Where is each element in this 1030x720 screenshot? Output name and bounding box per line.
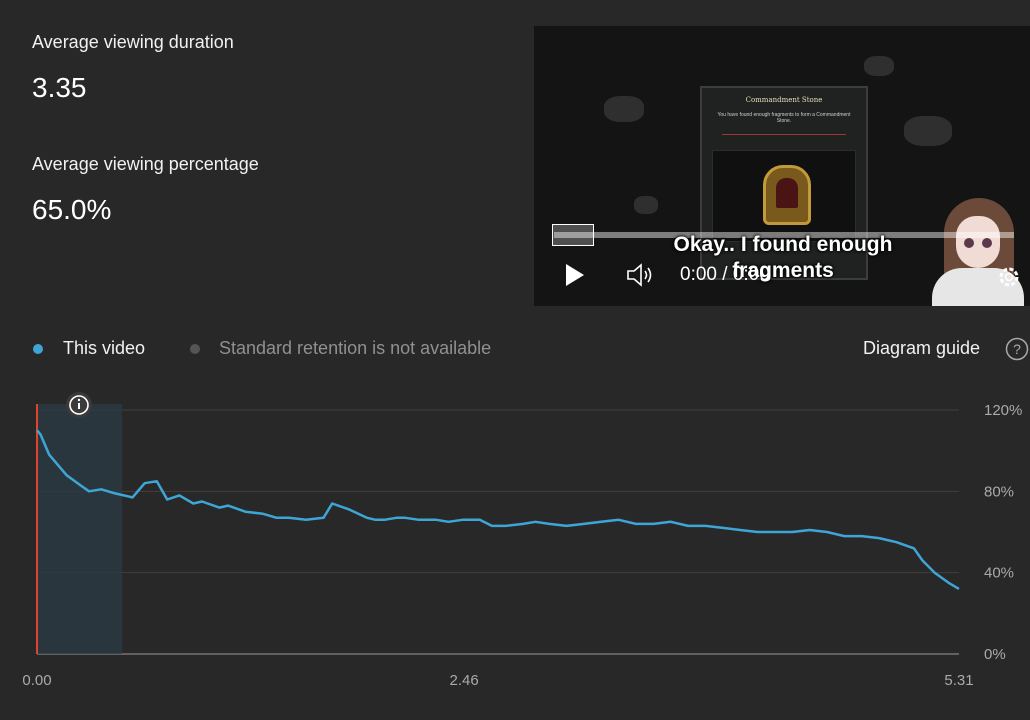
- x-tick-label: 5.31: [944, 672, 973, 689]
- y-axis-ticks: 120% 80% 40% 0%: [984, 402, 1022, 663]
- play-icon[interactable]: [564, 262, 586, 288]
- avg-percentage-value: 65.0%: [32, 194, 112, 225]
- background-smoke: [634, 196, 658, 214]
- series-line-this-video: [36, 429, 960, 590]
- y-tick-label: 120%: [984, 402, 1022, 419]
- chart-highlight-region: [37, 404, 123, 654]
- avg-duration-label: Average viewing duration: [32, 32, 234, 52]
- game-dialog-art: [712, 150, 856, 242]
- stone-core: [776, 178, 798, 208]
- this-video-legend-label: This video: [63, 338, 146, 358]
- volume-icon[interactable]: [626, 262, 656, 288]
- standard-legend-dot: [190, 344, 200, 354]
- game-dialog-subtitle: You have found enough fragments to form …: [717, 112, 851, 124]
- standard-legend-label: Standard retention is not available: [219, 338, 492, 358]
- time-display: 0:00 / 0:00: [680, 264, 770, 285]
- progress-scrubber[interactable]: [552, 224, 594, 246]
- avg-percentage-label: Average viewing percentage: [32, 154, 259, 174]
- diagram-guide-link[interactable]: Diagram guide: [863, 338, 980, 359]
- this-video-legend-dot: [33, 344, 43, 354]
- background-smoke: [864, 56, 894, 76]
- avatar-eye: [982, 238, 992, 248]
- background-smoke: [904, 116, 952, 146]
- background-smoke: [604, 96, 644, 122]
- y-tick-label: 80%: [984, 483, 1014, 500]
- avatar-face: [956, 216, 1000, 268]
- help-icon[interactable]: ?: [1005, 337, 1029, 361]
- game-dialog-divider: [722, 134, 846, 135]
- avg-duration-value: 3.35: [32, 72, 87, 103]
- y-tick-label: 0%: [984, 646, 1006, 663]
- x-tick-label: 2.46: [450, 672, 479, 689]
- x-axis-ticks: 0.00 2.46 5.31: [22, 672, 973, 689]
- info-icon[interactable]: [66, 392, 92, 418]
- game-dialog-title: Commandment Stone: [745, 96, 823, 104]
- y-tick-label: 40%: [984, 565, 1014, 582]
- avatar-eye: [964, 238, 974, 248]
- retention-chart[interactable]: 120% 80% 40% 0% 0.00 2.46 5.31: [0, 390, 1030, 700]
- svg-text:?: ?: [1013, 341, 1021, 357]
- settings-gear-icon[interactable]: [996, 264, 1022, 290]
- commandment-stone-image: [763, 165, 811, 225]
- x-tick-label: 0.00: [22, 672, 51, 689]
- video-player[interactable]: Commandment Stone You have found enough …: [534, 26, 1030, 306]
